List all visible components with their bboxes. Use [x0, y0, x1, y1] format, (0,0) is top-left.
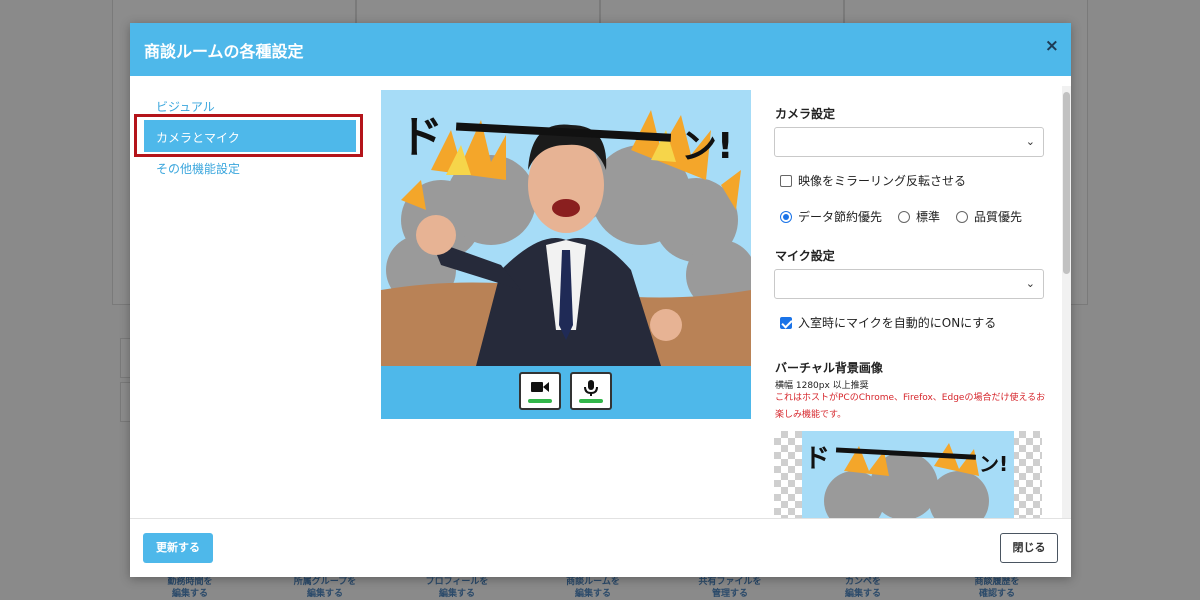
nav-highlight-box: [134, 114, 363, 157]
background-link: 商談履歴を 確認する: [974, 577, 1020, 599]
background-link: 共有ファイルを 管理する: [698, 577, 762, 599]
microphone-icon: [572, 379, 610, 401]
camera-level-bar: [528, 399, 552, 403]
auto-mic-checkbox[interactable]: [780, 316, 792, 329]
svg-text:ド: ド: [399, 112, 443, 163]
chevron-down-icon: ⌄: [1025, 277, 1035, 290]
nav-item-visual[interactable]: ビジュアル: [156, 98, 215, 115]
media-controls-bar: [381, 366, 751, 419]
mirror-label: 映像をミラーリング反転させる: [798, 174, 967, 188]
mic-level-bar: [579, 399, 603, 403]
background-link: 所属グループを 編集する: [293, 577, 357, 599]
camera-toggle-button[interactable]: [519, 372, 561, 410]
virtual-background-warning: これはホストがPCのChrome、Firefox、Edgeの場合だけ使えるお楽し…: [775, 393, 1046, 420]
close-icon[interactable]: ×: [1045, 36, 1059, 56]
radio-standard-label: 標準: [916, 210, 941, 224]
quality-radio-group: データ節約優先 標準 品質優先: [780, 208, 1022, 225]
close-button[interactable]: 閉じる: [1000, 533, 1058, 563]
radio-quality-label: 品質優先: [974, 210, 1023, 224]
radio-quality[interactable]: 品質優先: [956, 208, 1022, 225]
radio-data-saving-label: データ節約優先: [798, 210, 883, 224]
radio-standard[interactable]: 標準: [898, 208, 940, 225]
camera-settings-label: カメラ設定: [775, 107, 836, 121]
background-link: カンペを 編集する: [844, 577, 881, 599]
modal-header: 商談ルームの各種設定 ×: [130, 23, 1071, 76]
modal-title: 商談ルームの各種設定: [144, 42, 304, 61]
radio-standard-dot[interactable]: [898, 210, 911, 223]
auto-mic-checkbox-row[interactable]: 入室時にマイクを自動的にONにする: [780, 314, 996, 331]
svg-text:ド: ド: [804, 444, 830, 474]
radio-data-saving-dot[interactable]: [780, 210, 792, 223]
mic-select[interactable]: ⌄: [774, 269, 1044, 299]
chevron-down-icon: ⌄: [1025, 135, 1035, 148]
mirror-checkbox[interactable]: [780, 174, 792, 187]
background-link: プロフィールを 編集する: [425, 577, 489, 599]
virtual-background-label: バーチャル背景画像: [775, 361, 883, 375]
settings-scrollbar[interactable]: [1062, 86, 1071, 518]
update-button[interactable]: 更新する: [143, 533, 213, 563]
svg-text:ン!: ン!: [681, 126, 733, 167]
settings-panel: カメラ設定 ⌄ 映像をミラーリング反転させる データ節約優先 標準 品質優先 マ…: [774, 76, 1050, 518]
virtual-background-image: ド ン!: [802, 431, 1014, 518]
preview-illustration: ド ン!: [381, 90, 751, 366]
svg-text:ン!: ン!: [979, 452, 1008, 476]
background-link-row: 勤務時間を 編集する 所属グループを 編集する プロフィールを 編集する 商談ルームを…: [130, 576, 1070, 600]
nav-item-other-features[interactable]: その他機能設定: [156, 160, 240, 177]
modal-body: ビジュアル カメラとマイク その他機能設定 ド ン! カメラ設定 ⌄ 映像をミラ…: [130, 76, 1071, 519]
radio-quality-dot[interactable]: [956, 210, 969, 223]
scrollbar-thumb[interactable]: [1063, 92, 1070, 274]
background-link: 商談ルームを 編集する: [566, 577, 620, 599]
camera-select[interactable]: ⌄: [774, 127, 1044, 157]
mirror-checkbox-row[interactable]: 映像をミラーリング反転させる: [780, 172, 966, 189]
camera-preview-image: ド ン!: [381, 90, 751, 366]
camera-preview: ド ン!: [381, 90, 751, 419]
background-link: 勤務時間を 編集する: [167, 577, 213, 599]
mic-settings-label: マイク設定: [775, 249, 835, 263]
radio-data-saving[interactable]: データ節約優先: [780, 208, 882, 225]
settings-modal: 商談ルームの各種設定 × ビジュアル カメラとマイク その他機能設定 ド ン! …: [130, 23, 1071, 577]
mic-toggle-button[interactable]: [570, 372, 612, 410]
auto-mic-label: 入室時にマイクを自動的にONにする: [798, 316, 997, 330]
virtual-background-thumbnail[interactable]: ド ン!: [774, 431, 1042, 518]
video-camera-icon: [521, 379, 559, 399]
